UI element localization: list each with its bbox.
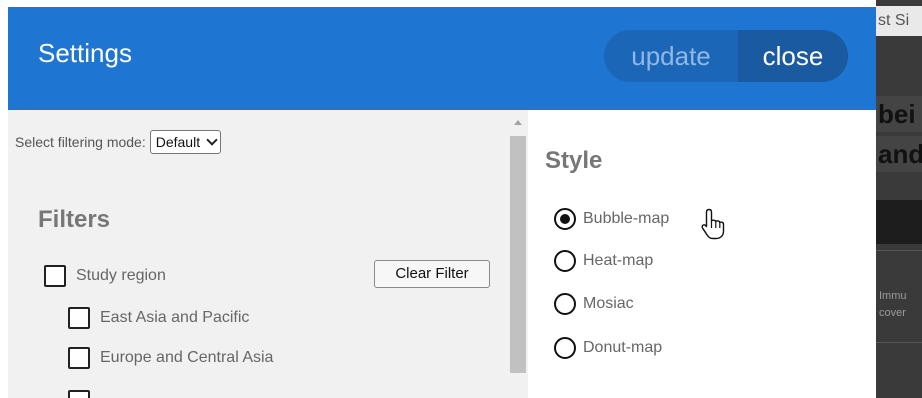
checkbox[interactable] xyxy=(68,347,90,369)
filter-item-europe-and-central-asia[interactable]: Europe and Central Asia xyxy=(68,347,273,369)
scrollbar-thumb[interactable] xyxy=(510,136,526,373)
update-button[interactable]: update xyxy=(604,30,738,82)
style-heading: Style xyxy=(545,147,603,174)
filters-pane: Select filtering mode: Default Filters S… xyxy=(8,110,508,398)
background-tab[interactable]: st Si xyxy=(876,6,922,36)
background-divider xyxy=(876,250,922,251)
radio-button[interactable] xyxy=(554,250,576,272)
radio-button[interactable] xyxy=(554,337,576,359)
style-option-label: Bubble-map xyxy=(583,210,670,227)
filters-scrollbar[interactable] xyxy=(508,110,528,398)
style-option-donut-map[interactable]: Donut-map xyxy=(554,337,662,359)
radio-button[interactable] xyxy=(554,293,576,315)
checkbox[interactable] xyxy=(68,307,90,329)
filters-heading: Filters xyxy=(38,206,111,233)
style-option-bubble-map[interactable]: Bubble-map xyxy=(554,208,669,230)
filter-item-label: Study region xyxy=(76,267,166,284)
checkbox[interactable] xyxy=(44,265,66,287)
style-option-label: Heat-map xyxy=(583,252,654,269)
dialog-title: Settings xyxy=(38,38,132,68)
style-option-heat-map[interactable]: Heat-map xyxy=(554,250,653,272)
arrow-up-icon[interactable] xyxy=(514,120,522,125)
checkbox[interactable] xyxy=(68,390,90,398)
clear-filter-button[interactable]: Clear Filter xyxy=(374,260,490,288)
filter-item-partial[interactable] xyxy=(68,390,100,398)
settings-dialog: Settings update close Select filtering m… xyxy=(8,7,876,398)
background-page: st Si bei and Immu cover xyxy=(876,0,922,398)
filter-item-label: Europe and Central Asia xyxy=(100,349,274,366)
close-button[interactable]: close xyxy=(738,30,848,82)
style-option-mosiac[interactable]: Mosiac xyxy=(554,293,634,315)
background-heading-line: bei xyxy=(876,96,922,132)
filter-item-label: East Asia and Pacific xyxy=(100,309,250,326)
filtering-mode-select[interactable]: Default xyxy=(149,130,222,154)
filtering-mode-label: Select filtering mode: xyxy=(15,134,146,150)
header-button-group: update close xyxy=(604,30,848,82)
filter-item-study-region[interactable]: Study region xyxy=(44,265,166,287)
background-heading-line: and xyxy=(876,136,922,172)
screen: st Si bei and Immu cover Settings update… xyxy=(0,0,922,398)
filtering-mode-value: Default xyxy=(155,134,201,150)
background-text: cover xyxy=(879,307,906,319)
filtering-mode-row: Select filtering mode: Default xyxy=(15,130,222,154)
style-option-label: Donut-map xyxy=(583,339,663,356)
background-band xyxy=(876,200,922,244)
hand-pointer-icon xyxy=(701,208,725,240)
background-divider xyxy=(876,342,922,343)
dialog-header: Settings update close xyxy=(8,7,876,110)
style-option-label: Mosiac xyxy=(583,295,634,312)
radio-button[interactable] xyxy=(554,208,576,230)
filter-item-east-asia-and-pacific[interactable]: East Asia and Pacific xyxy=(68,307,249,329)
chevron-down-icon xyxy=(206,134,218,146)
style-pane: Style Bubble-map Heat-map Mosiac Donut-m… xyxy=(528,110,876,398)
background-text: Immu xyxy=(879,290,907,302)
